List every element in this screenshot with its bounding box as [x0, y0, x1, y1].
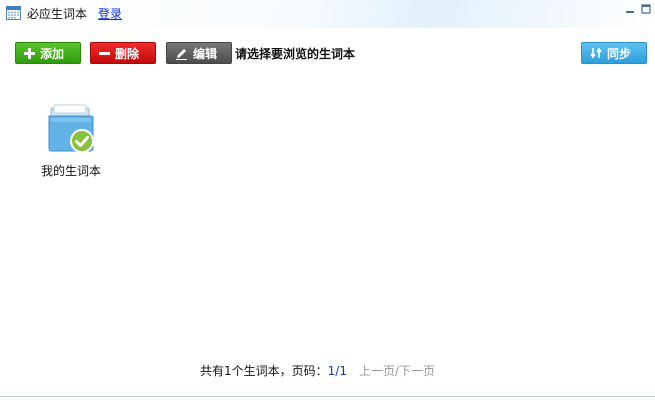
- folder-check-icon: [48, 104, 94, 153]
- sync-button[interactable]: 同步: [581, 42, 647, 64]
- wordbook-count-summary: 共有1个生词本，页码：: [200, 364, 328, 378]
- select-wordbook-hint: 请选择要浏览的生词本: [235, 47, 356, 61]
- add-button-label: 添加: [40, 46, 65, 61]
- pagination-bar: 共有1个生词本，页码：1/1 上一页/下一页: [200, 362, 435, 379]
- title-bar: 必应生词本 登录: [0, 0, 655, 28]
- prev-page-link[interactable]: 上一页: [359, 364, 395, 378]
- window-title: 必应生词本: [27, 7, 88, 21]
- wordbook-item[interactable]: 我的生词本: [34, 104, 108, 180]
- edit-button-label: 编辑: [193, 46, 218, 61]
- plus-icon: [24, 47, 35, 59]
- bottom-divider: [0, 396, 655, 397]
- minimize-icon[interactable]: [624, 3, 636, 15]
- sync-button-label: 同步: [607, 46, 632, 61]
- add-button[interactable]: 添加: [15, 42, 81, 64]
- login-link[interactable]: 登录: [98, 5, 122, 22]
- page-indicator: 1/1: [327, 364, 347, 378]
- delete-button[interactable]: 删除: [90, 42, 156, 64]
- minus-icon: [99, 51, 110, 55]
- calendar-icon: [6, 6, 21, 20]
- next-page-link[interactable]: 下一页: [399, 364, 435, 378]
- delete-button-label: 删除: [115, 46, 140, 61]
- pencil-icon: [176, 48, 187, 60]
- maximize-icon[interactable]: [640, 3, 652, 15]
- edit-button[interactable]: 编辑: [166, 42, 232, 64]
- sync-arrows-icon: [590, 47, 602, 59]
- wordbook-label: 我的生词本: [40, 164, 101, 178]
